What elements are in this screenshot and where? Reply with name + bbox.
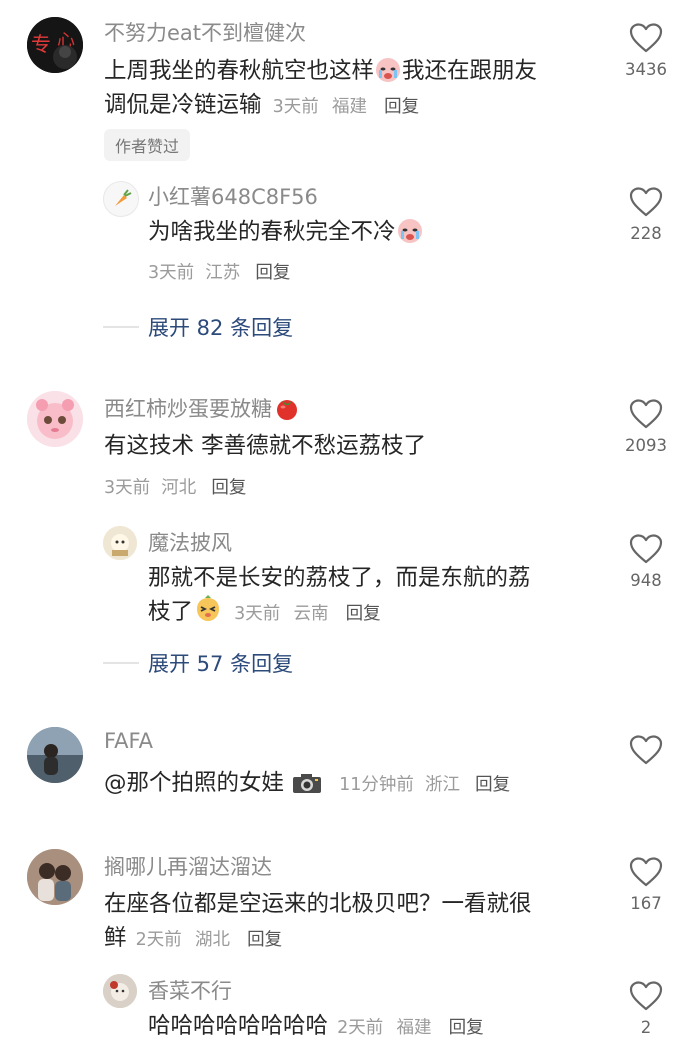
squinting-face-icon: [193, 595, 223, 633]
comment-username[interactable]: 搁哪儿再溜达溜达: [104, 851, 272, 881]
avatar[interactable]: [27, 727, 83, 783]
reply-text: 哈哈哈哈哈哈哈哈: [148, 1013, 329, 1039]
reply-time: 3天前: [148, 263, 195, 283]
comment-location: 河北: [161, 478, 197, 498]
like-count: 3436: [625, 60, 667, 79]
avatar[interactable]: [27, 391, 83, 447]
author-liked-badge: 作者赞过: [104, 129, 191, 161]
comment-time: 11分钟前: [339, 775, 414, 795]
comment-text-line: @那个拍照的女娃 11分钟前 浙江 回复: [104, 766, 510, 800]
reply-text-line: 哈哈哈哈哈哈哈哈 2天前 福建 回复: [148, 1009, 484, 1045]
avatar[interactable]: 专 心: [27, 17, 83, 73]
expand-replies-button[interactable]: 展开 57 条回复: [148, 648, 293, 678]
comment-text-line2: 鲜 2天前 湖北 回复: [104, 921, 282, 957]
comment-text-line2: 调侃是冷链运输 3天前 福建 回复: [104, 88, 419, 124]
divider: [103, 326, 139, 328]
like-button[interactable]: 2: [616, 980, 676, 1037]
comment-text: 有这技术 李善德就不愁运荔枝了: [104, 433, 427, 459]
reply-button[interactable]: 回复: [475, 775, 510, 795]
girl-sea-avatar: [27, 727, 83, 783]
heart-icon: [629, 857, 663, 887]
reply-button[interactable]: 回复: [346, 604, 381, 624]
reply-button[interactable]: 回复: [211, 478, 246, 498]
like-button[interactable]: 228: [616, 186, 676, 243]
heart-icon: [629, 23, 663, 53]
avatar[interactable]: [103, 526, 137, 560]
like-count: 228: [630, 224, 662, 243]
avatar[interactable]: [103, 181, 139, 217]
red-neon-avatar: 专 心: [27, 17, 83, 73]
comment-text-part: 我还在跟朋友: [402, 58, 538, 84]
like-button[interactable]: 948: [616, 533, 676, 590]
reply-text-part: 为啥我坐的春秋完全不冷: [148, 219, 396, 245]
svg-text:专: 专: [31, 32, 51, 56]
like-button[interactable]: 167: [616, 856, 676, 913]
reply-meta: 3天前 江苏 回复: [148, 259, 290, 284]
like-button[interactable]: 3436: [616, 22, 676, 79]
carrot-avatar: [115, 189, 132, 206]
crying-face-icon: [396, 217, 424, 253]
like-count: 948: [630, 571, 662, 590]
comment-username[interactable]: FAFA: [104, 729, 153, 753]
divider: [103, 662, 139, 664]
camera-icon: [292, 772, 322, 798]
reply-location: 福建: [396, 1018, 432, 1038]
comment-time: 3天前: [272, 97, 319, 117]
crying-face-icon: [374, 56, 402, 92]
reply-username[interactable]: 小红薯648C8F56: [148, 181, 318, 211]
reply-button[interactable]: 回复: [384, 97, 419, 117]
reply-text: 为啥我坐的春秋完全不冷: [148, 215, 424, 253]
heart-icon: [629, 534, 663, 564]
comment-location: 浙江: [424, 775, 460, 795]
comment-time: 3天前: [104, 478, 151, 498]
reply-button[interactable]: 回复: [247, 930, 282, 950]
comment-username[interactable]: 西红柿炒蛋要放糖: [104, 393, 300, 425]
reply-button[interactable]: 回复: [449, 1018, 484, 1038]
reply-username[interactable]: 魔法披风: [148, 527, 232, 557]
comment-text-part: 上周我坐的春秋航空也这样: [104, 58, 375, 84]
comment-text-part: 鲜: [104, 925, 127, 951]
like-count: 167: [630, 894, 662, 913]
username-text: 西红柿炒蛋要放糖: [104, 397, 272, 421]
comment-text: 在座各位都是空运来的北极贝吧？一看就很: [104, 891, 532, 917]
reply-text-part: 枝了: [148, 599, 194, 625]
comment-meta: 3天前 河北 回复: [104, 474, 246, 499]
reply-text-line2: 枝了 3天前 云南 回复: [148, 595, 381, 633]
reply-time: 3天前: [234, 604, 281, 624]
like-button[interactable]: 2093: [616, 398, 676, 455]
expand-replies-button[interactable]: 展开 82 条回复: [148, 312, 293, 342]
like-count: 2093: [625, 436, 667, 455]
avatar[interactable]: [27, 849, 83, 905]
girls-avatar: [27, 849, 83, 905]
reply-button[interactable]: 回复: [255, 263, 290, 283]
comment-text: @那个拍照的女娃: [104, 770, 285, 796]
avatar[interactable]: [103, 974, 137, 1008]
dog-avatar: [103, 974, 137, 1008]
pink-doll-avatar: [27, 391, 83, 447]
reply-location: 云南: [293, 604, 329, 624]
heart-icon: [629, 981, 663, 1011]
comment-location: 福建: [331, 97, 367, 117]
reply-location: 江苏: [205, 263, 241, 283]
heart-icon: [629, 399, 663, 429]
comment-username[interactable]: 不努力eat不到檀健次: [104, 17, 306, 47]
comment-text: 上周我坐的春秋航空也这样 我还在跟朋友: [104, 54, 604, 92]
reply-username[interactable]: 香菜不行: [148, 975, 232, 1005]
reply-time: 2天前: [337, 1018, 384, 1038]
comment-location: 湖北: [194, 930, 230, 950]
comment-time: 2天前: [135, 930, 182, 950]
like-count: 2: [640, 1018, 652, 1037]
reply-text: 那就不是长安的荔枝了，而是东航的荔: [148, 565, 531, 591]
cartoon-avatar: [103, 526, 137, 560]
heart-icon: [629, 735, 663, 765]
tomato-icon: [274, 396, 300, 425]
like-button[interactable]: [616, 734, 676, 770]
comment-text-part: 调侃是冷链运输: [104, 92, 262, 118]
heart-icon: [629, 187, 663, 217]
